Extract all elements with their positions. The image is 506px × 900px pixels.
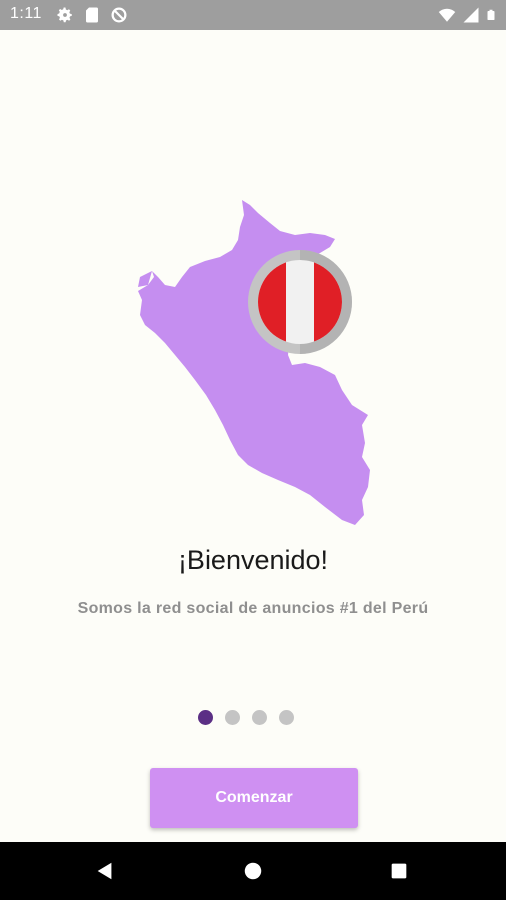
peru-flag-badge xyxy=(248,250,352,354)
data-saver-icon xyxy=(111,7,127,23)
page-dot-3[interactable] xyxy=(252,710,267,725)
start-button[interactable]: Comenzar xyxy=(150,768,358,828)
back-icon xyxy=(97,862,112,880)
page-dot-4[interactable] xyxy=(279,710,294,725)
page-indicator xyxy=(198,710,294,725)
sd-card-icon xyxy=(86,7,98,23)
page-dot-1[interactable] xyxy=(198,710,213,725)
page-dot-2[interactable] xyxy=(225,710,240,725)
peru-map xyxy=(138,200,370,525)
peru-map-illustration xyxy=(130,195,380,535)
recents-button[interactable] xyxy=(369,842,429,900)
status-time: 1:11 xyxy=(10,5,42,22)
home-button[interactable] xyxy=(223,842,283,900)
home-icon xyxy=(244,862,262,880)
battery-icon xyxy=(487,9,495,20)
cell-signal-icon xyxy=(463,7,479,23)
status-bar: 1:11 xyxy=(0,0,506,30)
wifi-icon xyxy=(438,8,456,22)
recents-icon xyxy=(391,863,407,879)
welcome-subtitle: Somos la red social de anuncios #1 del P… xyxy=(77,600,429,617)
gear-icon xyxy=(57,7,72,23)
navigation-bar xyxy=(0,842,506,900)
welcome-title: ¡Bienvenido! xyxy=(177,545,329,575)
peru-map-shape xyxy=(138,200,370,525)
back-button[interactable] xyxy=(75,842,135,900)
